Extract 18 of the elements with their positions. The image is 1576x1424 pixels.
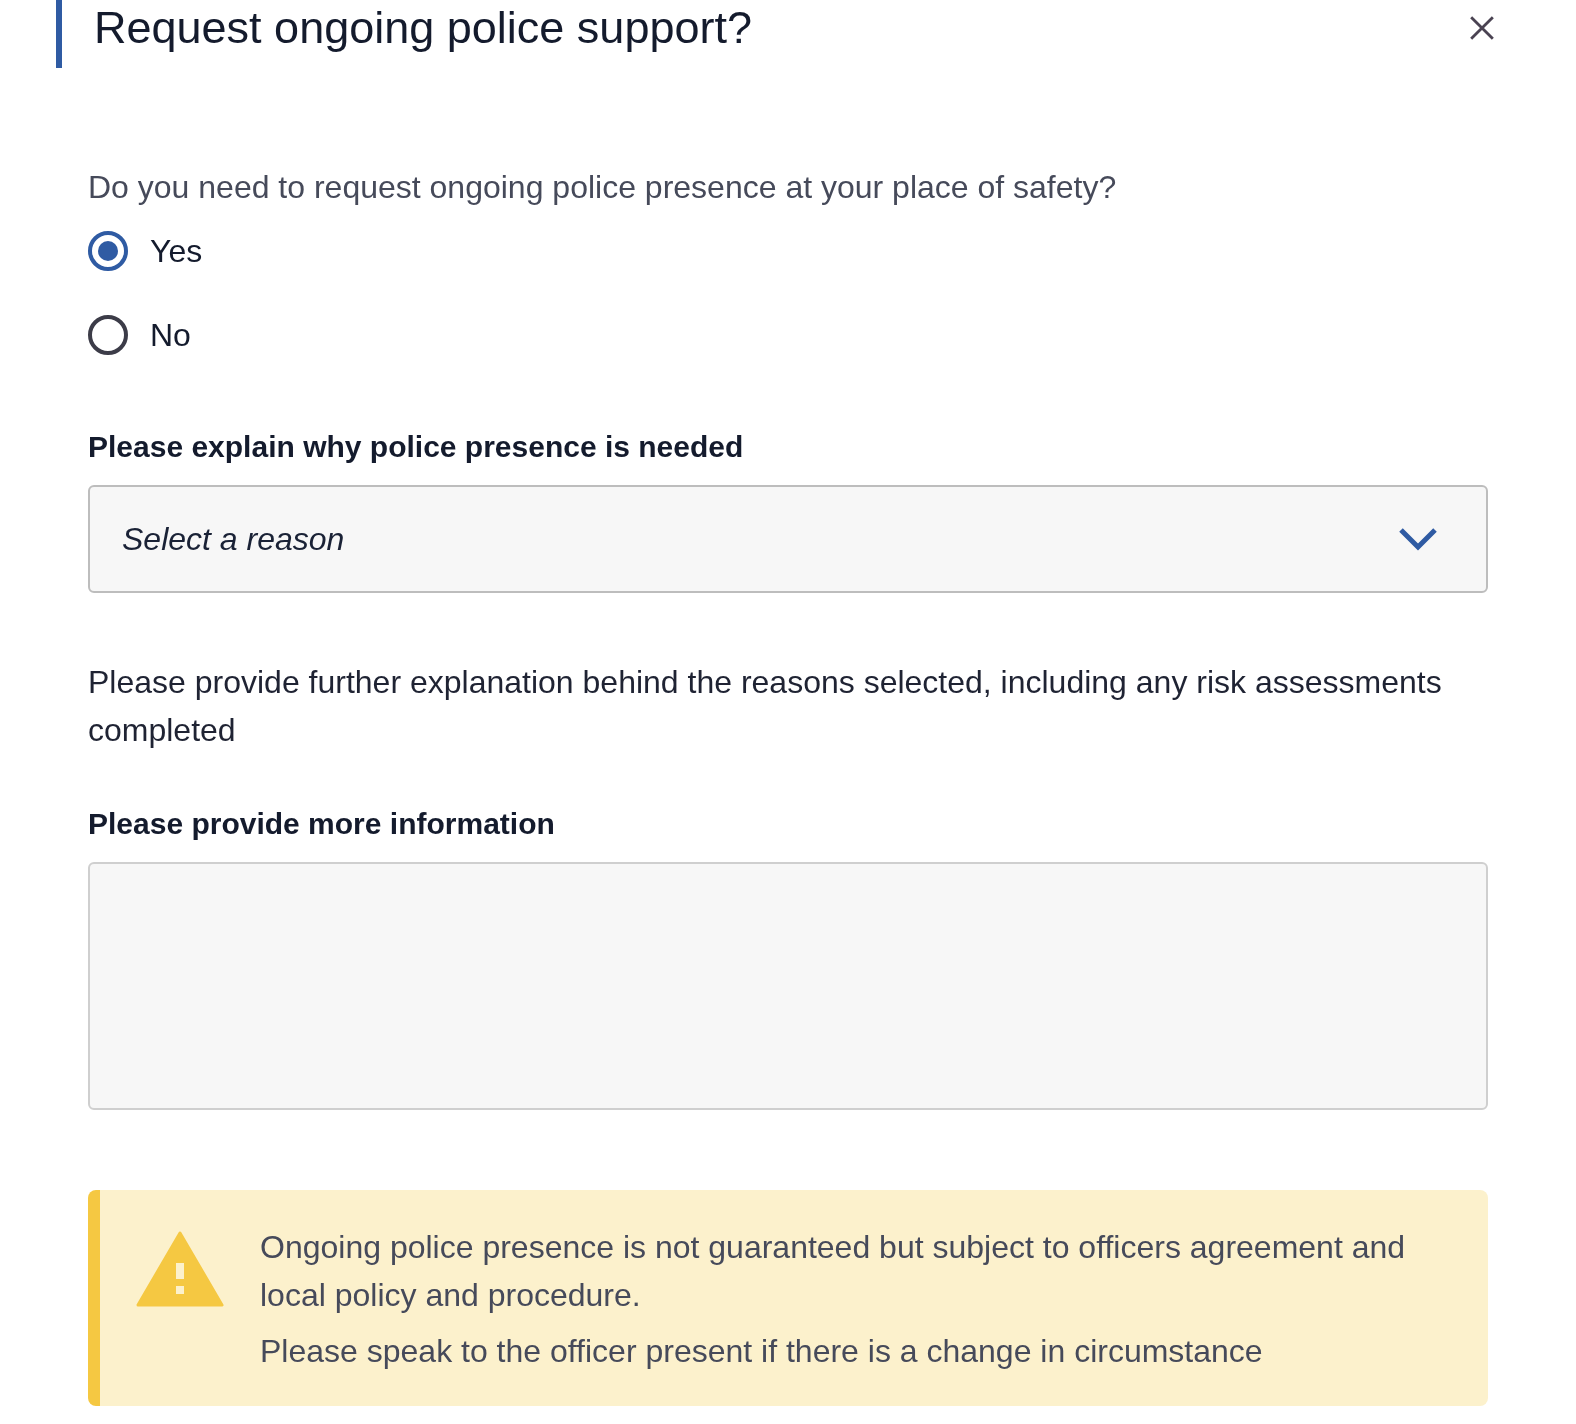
close-button[interactable] — [1468, 14, 1496, 42]
explanation-text: Please provide further explanation behind the reasons selected, including any risk assessments completed — [88, 663, 1443, 750]
option-label: No — [150, 316, 191, 355]
option-label: Yes — [150, 232, 203, 271]
radio-button[interactable] — [88, 315, 128, 355]
reason-label: Please explain why police presence is needed — [88, 429, 745, 465]
close-icon — [1469, 15, 1495, 41]
chevron-down-icon — [1398, 527, 1438, 551]
reason-select[interactable]: Select a reason — [88, 485, 1488, 593]
warning-icon — [136, 1231, 224, 1307]
radio-button[interactable] — [88, 231, 128, 271]
dialog-title: Request ongoing police support? — [94, 2, 752, 54]
question-text: Do you need to request ongoing police presence at your place of safety? — [88, 168, 1118, 207]
more-info-field[interactable] — [88, 862, 1488, 1110]
title-accent-bar — [56, 0, 62, 68]
more-info-label: Please provide more information — [88, 806, 556, 842]
warning-text: Ongoing police presence is not guaranteed but subject to officers agreement and local policy and procedure. — [260, 1228, 1407, 1315]
warning-text: Please speak to the officer present if there is a change in circumstance — [260, 1332, 1264, 1371]
